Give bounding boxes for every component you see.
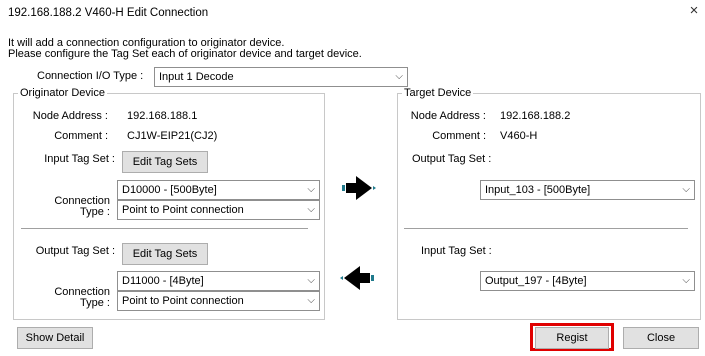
target-node-address: 192.168.188.2 [500,110,571,122]
originator-comment-label: Comment : [54,130,108,142]
chevron-down-icon: ⌵ [682,275,690,286]
chevron-down-icon: ⌵ [307,184,315,195]
chevron-down-icon: ⌵ [307,204,315,215]
connection-type-label-line2: Type : [80,297,110,309]
chevron-down-icon: ⌵ [682,184,690,195]
target-comment: V460-H [500,130,538,142]
originator-device-legend: Originator Device [18,87,107,99]
close-icon[interactable]: × [686,2,702,20]
chevron-down-icon: ⌵ [395,71,403,82]
originator-output-tag-select[interactable]: D11000 - [4Byte] ⌵ [117,271,320,291]
connection-io-type-select[interactable]: Input 1 Decode ⌵ [154,67,408,87]
chevron-down-icon: ⌵ [307,295,315,306]
chevron-down-icon: ⌵ [307,275,315,286]
target-input-tag-select[interactable]: Output_197 - [4Byte] ⌵ [480,271,695,291]
target-output-tag-value: Input_103 - [500Byte] [485,184,591,196]
originator-input-edit-tag-sets-button[interactable]: Edit Tag Sets [122,151,208,173]
originator-output-connection-type-select[interactable]: Point to Point connection ⌵ [117,291,320,311]
show-detail-button[interactable]: Show Detail [17,327,93,349]
close-button[interactable]: Close [623,327,699,349]
arrow-right-icon [342,176,376,200]
target-node-address-label: Node Address : [410,110,486,122]
originator-output-tag-set-label: Output Tag Set : [35,245,115,257]
originator-output-edit-tag-sets-button[interactable]: Edit Tag Sets [122,243,208,265]
regist-button[interactable]: Regist [535,327,609,349]
window-title: 192.168.188.2 V460-H Edit Connection [8,7,209,19]
connection-io-type-label: Connection I/O Type : [37,70,144,82]
connection-type-label-line2: Type : [80,206,110,218]
originator-output-connection-type-value: Point to Point connection [122,295,244,307]
originator-input-tag-value: D10000 - [500Byte] [122,184,217,196]
originator-output-tag-value: D11000 - [4Byte] [122,275,204,287]
originator-input-connection-type-value: Point to Point connection [122,204,244,216]
connection-io-type-value: Input 1 Decode [159,71,234,83]
originator-comment: CJ1W-EIP21(CJ2) [127,130,218,142]
target-input-tag-value: Output_197 - [4Byte] [485,275,587,287]
target-divider [404,228,688,230]
originator-input-connection-type-label: Connection Type : [40,196,110,218]
originator-input-tag-select[interactable]: D10000 - [500Byte] ⌵ [117,180,320,200]
target-output-tag-set-label: Output Tag Set : [412,153,492,165]
arrow-left-icon [340,266,374,290]
originator-input-connection-type-select[interactable]: Point to Point connection ⌵ [117,200,320,220]
originator-node-address-label: Node Address : [32,110,108,122]
originator-output-connection-type-label: Connection Type : [40,287,110,309]
originator-divider [21,228,308,230]
originator-input-tag-set-label: Input Tag Set : [44,153,115,165]
originator-node-address: 192.168.188.1 [127,110,198,122]
intro-line-2: Please configure the Tag Set each of ori… [8,48,362,60]
target-output-tag-select[interactable]: Input_103 - [500Byte] ⌵ [480,180,695,200]
target-device-legend: Target Device [402,87,474,99]
target-comment-label: Comment : [432,130,486,142]
target-input-tag-set-label: Input Tag Set : [421,245,492,257]
